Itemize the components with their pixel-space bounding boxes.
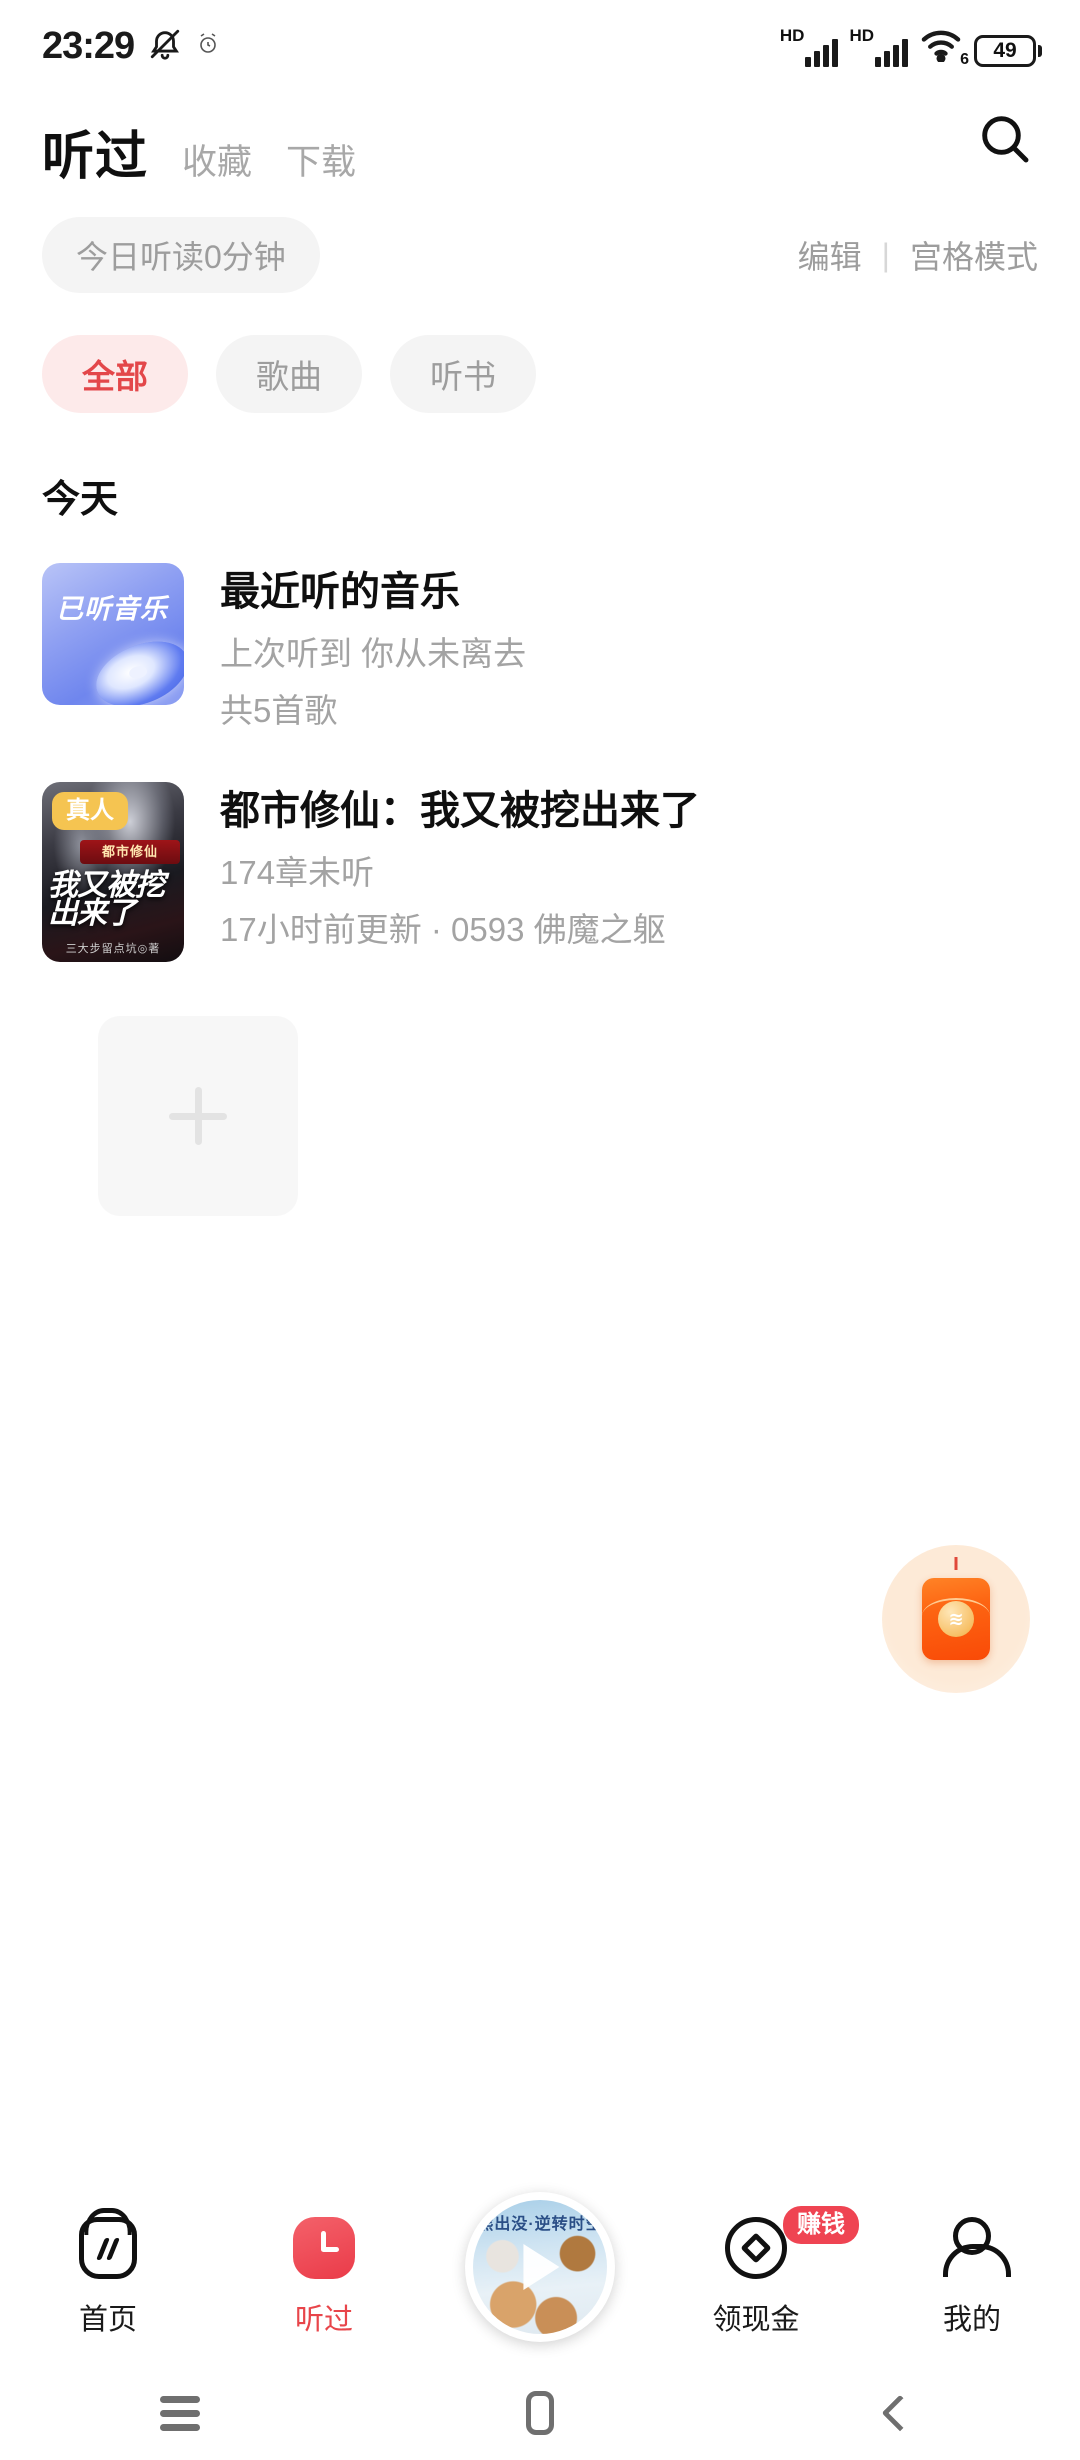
android-navigation-bar bbox=[0, 2366, 1080, 2460]
list-item-meta: 最近听的音乐 上次听到 你从未离去 共5首歌 bbox=[220, 563, 1038, 732]
alarm-icon bbox=[196, 32, 220, 61]
square-icon bbox=[526, 2391, 554, 2435]
list-item-count: 共5首歌 bbox=[220, 692, 338, 730]
music-thumbnail-label: 已听音乐 bbox=[56, 594, 168, 624]
nav-label-home: 首页 bbox=[78, 2304, 137, 2336]
player-album-title: 熊出没·逆转时空 bbox=[477, 2216, 603, 2233]
nav-item-home[interactable]: 首页 bbox=[18, 2212, 198, 2338]
page-title: 听过 bbox=[42, 128, 149, 186]
nav-item-cash[interactable]: 赚钱 领现金 bbox=[666, 2206, 859, 2338]
red-packet-seal: ≋ bbox=[938, 1601, 974, 1637]
history-list: 已听音乐 最近听的音乐 上次听到 你从未离去 共5首歌 真人 都市修仙 我又被挖… bbox=[0, 523, 1080, 1216]
person-icon bbox=[943, 2212, 1011, 2284]
play-triangle-icon bbox=[523, 2244, 560, 2290]
filter-chip-songs[interactable]: 歌曲 bbox=[216, 335, 362, 413]
list-item[interactable]: 已听音乐 最近听的音乐 上次听到 你从未离去 共5首歌 bbox=[42, 549, 1038, 742]
music-thumbnail: 已听音乐 bbox=[42, 563, 184, 705]
back-button[interactable] bbox=[820, 2366, 980, 2460]
bottom-navigation: 首页 听过 熊出没·逆转时空 赚钱 领现金 我的 bbox=[0, 2192, 1080, 2366]
action-separator: | bbox=[881, 236, 890, 273]
list-item-update: 17小时前更新 · 0593 佛魔之躯 bbox=[220, 910, 666, 948]
hd-signal-2-icon: HD bbox=[849, 25, 908, 67]
section-label-today: 今天 bbox=[42, 479, 119, 521]
hd-signal-1-icon: HD bbox=[780, 25, 839, 67]
earn-money-badge: 赚钱 bbox=[783, 2206, 859, 2244]
player-play-icon[interactable]: 熊出没·逆转时空 bbox=[465, 2192, 615, 2342]
history-clock-icon bbox=[293, 2212, 355, 2284]
status-bar-right: HD HD 6 49 bbox=[780, 25, 1042, 68]
silent-bell-icon bbox=[148, 26, 182, 67]
hd-label-1: HD bbox=[779, 26, 805, 45]
subheader-actions: 编辑 | 宫格模式 bbox=[798, 232, 1038, 278]
list-item-title: 最近听的音乐 bbox=[220, 570, 460, 614]
filter-chips: 全部 歌曲 听书 bbox=[0, 293, 1080, 413]
list-item-title: 都市修仙：我又被挖出来了 bbox=[220, 788, 700, 833]
nav-label-history: 听过 bbox=[294, 2304, 353, 2336]
coin-icon: 赚钱 bbox=[725, 2206, 859, 2284]
recents-button[interactable] bbox=[100, 2366, 260, 2460]
grid-mode-button[interactable]: 宫格模式 bbox=[910, 232, 1038, 278]
red-packet-string bbox=[954, 1557, 958, 1570]
nav-label-profile: 我的 bbox=[942, 2304, 1001, 2336]
listening-minutes-pill[interactable]: 今日听读0分钟 bbox=[42, 217, 320, 293]
cover-banner-text: 都市修仙 bbox=[80, 839, 180, 864]
nav-item-history[interactable]: 听过 bbox=[234, 2212, 414, 2338]
nav-item-profile[interactable]: 我的 bbox=[882, 2212, 1062, 2338]
edit-button[interactable]: 编辑 bbox=[798, 232, 862, 278]
menu-icon bbox=[160, 2395, 200, 2431]
header-tab-favorites[interactable]: 收藏 bbox=[182, 134, 252, 185]
red-packet-envelope: ≋ bbox=[922, 1578, 990, 1660]
battery-icon: 49 bbox=[974, 35, 1042, 67]
page-header: 听过 收藏 下载 bbox=[0, 92, 1080, 189]
hd-label-2: HD bbox=[849, 26, 874, 45]
subheader-row: 今日听读0分钟 编辑 | 宫格模式 bbox=[0, 189, 1080, 293]
plus-icon bbox=[169, 1086, 227, 1145]
real-voice-badge: 真人 bbox=[52, 791, 128, 830]
cover-author-text: 三大步留点坑◎著 bbox=[65, 942, 161, 955]
home-icon bbox=[79, 2212, 137, 2284]
list-item[interactable]: 真人 都市修仙 我又被挖出来了 三大步留点坑◎著 都市修仙：我又被挖出来了 17… bbox=[42, 768, 1038, 972]
wifi-6-icon: 6 bbox=[919, 26, 969, 68]
home-button[interactable] bbox=[460, 2366, 620, 2460]
wifi-generation-label: 6 bbox=[960, 51, 969, 68]
nav-label-cash: 领现金 bbox=[712, 2304, 800, 2336]
disc-icon bbox=[86, 629, 184, 705]
filter-chip-audiobooks[interactable]: 听书 bbox=[390, 335, 536, 413]
red-packet-icon[interactable]: ≋ bbox=[882, 1545, 1030, 1693]
chevron-left-icon bbox=[881, 2394, 919, 2432]
list-item-meta: 都市修仙：我又被挖出来了 174章未听 17小时前更新 · 0593 佛魔之躯 bbox=[220, 782, 1038, 951]
battery-level: 49 bbox=[993, 39, 1017, 62]
cover-title-text: 我又被挖出来了 bbox=[48, 868, 165, 930]
status-bar: 23:29 HD HD 6 49 bbox=[0, 0, 1080, 92]
status-bar-left: 23:29 bbox=[42, 25, 220, 68]
search-icon[interactable] bbox=[972, 106, 1038, 172]
book-cover-thumbnail: 真人 都市修仙 我又被挖出来了 三大步留点坑◎著 bbox=[42, 781, 184, 962]
nav-item-player[interactable]: 熊出没·逆转时空 bbox=[450, 2192, 630, 2342]
filter-chip-all[interactable]: 全部 bbox=[42, 335, 188, 413]
add-card-button[interactable] bbox=[98, 1015, 298, 1216]
status-clock: 23:29 bbox=[42, 24, 135, 67]
list-item-subtitle: 上次听到 你从未离去 bbox=[220, 635, 527, 672]
list-item-unheard: 174章未听 bbox=[220, 853, 375, 891]
header-tab-downloads[interactable]: 下载 bbox=[286, 134, 356, 185]
